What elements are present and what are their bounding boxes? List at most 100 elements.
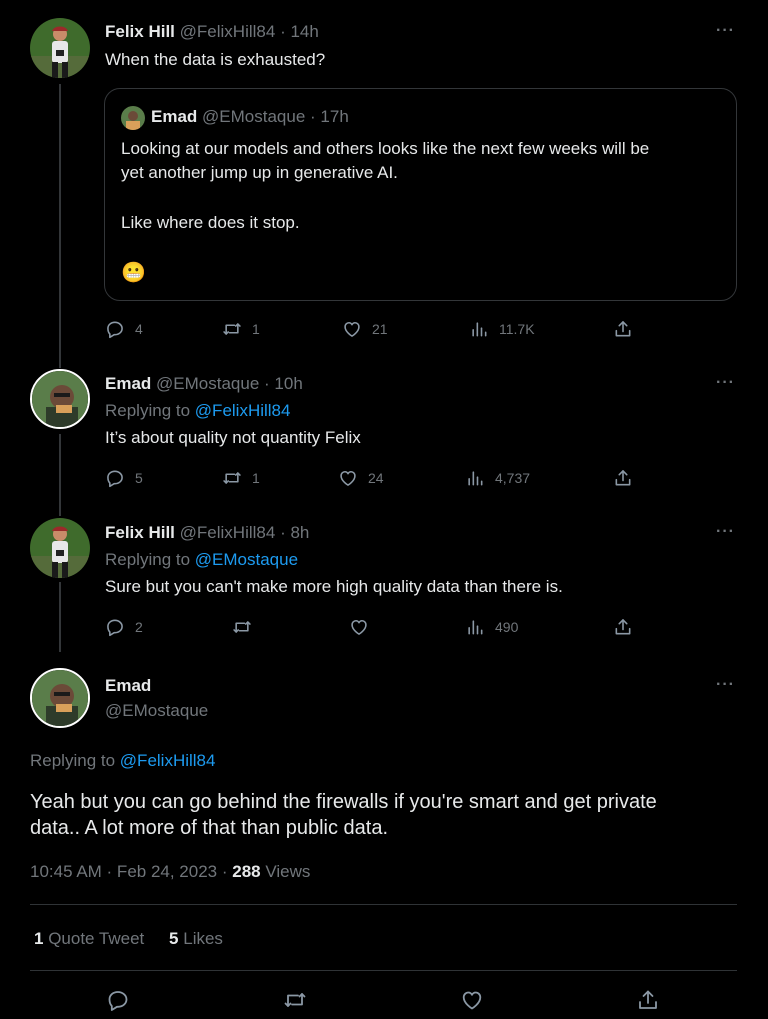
retweet-button[interactable]: 1	[222, 468, 260, 488]
main-tweet-text-line: Yeah but you can go behind the firewalls…	[30, 791, 657, 813]
engagement-row: 1 Quote Tweet 5 Likes	[34, 928, 223, 950]
retweet-button[interactable]	[232, 617, 252, 637]
reply-icon	[106, 988, 130, 1012]
reply-button[interactable]: 2	[105, 617, 143, 637]
quote-author-handle: @EMostaque	[202, 107, 306, 126]
author-name[interactable]: Felix Hill	[105, 22, 175, 41]
retweet-button[interactable]: 1	[222, 319, 260, 339]
share-icon	[613, 319, 633, 339]
author-name[interactable]: Felix Hill	[105, 523, 175, 542]
author-handle[interactable]: @EMostaque	[156, 374, 259, 393]
views-button[interactable]: 4,737	[465, 468, 530, 488]
reply-count: 5	[135, 470, 143, 486]
tweet-time[interactable]: · 14h	[280, 22, 319, 41]
replying-prefix: Replying to	[105, 550, 191, 569]
author-handle[interactable]: @FelixHill84	[180, 523, 276, 542]
more-icon[interactable]: ···	[716, 676, 735, 694]
quote-text-line: Looking at our models and others looks l…	[121, 139, 650, 158]
quote-count: 1	[34, 929, 44, 948]
reply-button[interactable]: 4	[105, 319, 143, 339]
like-icon	[349, 617, 369, 637]
reply-icon	[105, 617, 125, 637]
avatar-felix-1[interactable]	[30, 18, 90, 78]
replying-prefix: Replying to	[30, 751, 116, 770]
tweet-text: It’s about quality not quantity Felix	[105, 428, 361, 447]
views-count: 4,737	[495, 470, 531, 486]
tweet1-actions: 4 1 21 11.7K	[105, 319, 645, 339]
likes-link[interactable]: 5 Likes	[169, 929, 223, 948]
tweet-time[interactable]: · 8h	[280, 523, 309, 542]
reply-button[interactable]: 5	[105, 468, 143, 488]
avatar-emad-main[interactable]	[30, 668, 90, 728]
thread-line	[59, 434, 61, 516]
reply-icon	[105, 468, 125, 488]
main-actions	[106, 988, 666, 1012]
retweet-icon	[222, 319, 242, 339]
tweet1-header: Felix Hill @FelixHill84 · 14h	[105, 21, 319, 43]
share-button[interactable]	[636, 988, 660, 1012]
quote-avatar	[121, 106, 145, 130]
views-icon	[469, 319, 489, 339]
like-button[interactable]	[460, 988, 484, 1012]
replying-to-link[interactable]: @FelixHill84	[120, 751, 216, 770]
like-button[interactable]: 24	[338, 468, 384, 488]
tweet2-header: Emad @EMostaque · 10h	[105, 373, 303, 395]
replying-to-link[interactable]: @EMostaque	[195, 550, 298, 569]
like-button[interactable]	[349, 617, 369, 637]
views-count: 11.7K	[499, 321, 535, 337]
quote-header: Emad @EMostaque · 17h	[151, 106, 349, 128]
tweet-time[interactable]: · 10h	[264, 374, 303, 393]
main-author-name[interactable]: Emad	[105, 675, 151, 697]
views-button[interactable]: 490	[465, 617, 518, 637]
more-icon[interactable]: ···	[716, 22, 735, 40]
like-icon	[342, 319, 362, 339]
retweet-icon	[283, 988, 307, 1012]
reply-count: 2	[135, 619, 143, 635]
thread-line	[59, 582, 61, 652]
avatar-emad-1[interactable]	[30, 369, 90, 429]
main-timestamp[interactable]: 10:45 AM · Feb 24, 2023 ·	[30, 862, 228, 881]
quote-tweets-link[interactable]: 1 Quote Tweet	[34, 929, 149, 948]
divider	[30, 970, 737, 971]
like-button[interactable]: 21	[342, 319, 388, 339]
retweet-button[interactable]	[283, 988, 307, 1012]
share-button[interactable]	[613, 319, 633, 339]
like-icon	[460, 988, 484, 1012]
tweet3-actions: 2 490	[105, 617, 645, 637]
main-author-handle[interactable]: @EMostaque	[105, 700, 208, 722]
reply-button[interactable]	[106, 988, 130, 1012]
likes-label: Likes	[183, 929, 223, 948]
more-icon[interactable]: ···	[716, 374, 735, 392]
quoted-tweet-card[interactable]: Emad @EMostaque · 17h Looking at our mod…	[104, 88, 737, 301]
tweet-text: When the data is exhausted?	[105, 50, 326, 69]
retweet-icon	[232, 617, 252, 637]
quote-text-line: Like where does it stop.	[121, 213, 300, 232]
main-views-label: Views	[265, 862, 311, 881]
main-tweet-text-line: data.. A lot more of that than public da…	[30, 817, 389, 839]
quote-author-name: Emad	[151, 107, 198, 126]
share-button[interactable]	[613, 468, 633, 488]
share-button[interactable]	[613, 617, 633, 637]
like-count: 24	[368, 470, 384, 486]
reply-icon	[105, 319, 125, 339]
retweet-icon	[222, 468, 242, 488]
more-icon[interactable]: ···	[716, 523, 735, 541]
replying-to: Replying to @FelixHill84	[105, 400, 290, 422]
replying-prefix: Replying to	[105, 401, 191, 420]
replying-to-link[interactable]: @FelixHill84	[195, 401, 291, 420]
replying-to: Replying to @FelixHill84	[30, 750, 215, 772]
share-icon	[613, 617, 633, 637]
tweet2-actions: 5 1 24 4,737	[105, 468, 645, 488]
reply-count: 4	[135, 321, 143, 337]
share-icon	[636, 988, 660, 1012]
tweet-text: Sure but you can't make more high qualit…	[105, 577, 563, 596]
avatar-felix-2[interactable]	[30, 518, 90, 578]
views-button[interactable]: 11.7K	[469, 319, 535, 339]
like-icon	[338, 468, 358, 488]
author-handle[interactable]: @FelixHill84	[180, 22, 276, 41]
author-name[interactable]: Emad	[105, 374, 151, 393]
views-icon	[465, 468, 485, 488]
share-icon	[613, 468, 633, 488]
retweet-count: 1	[252, 470, 260, 486]
main-views-count: 288	[232, 862, 261, 881]
